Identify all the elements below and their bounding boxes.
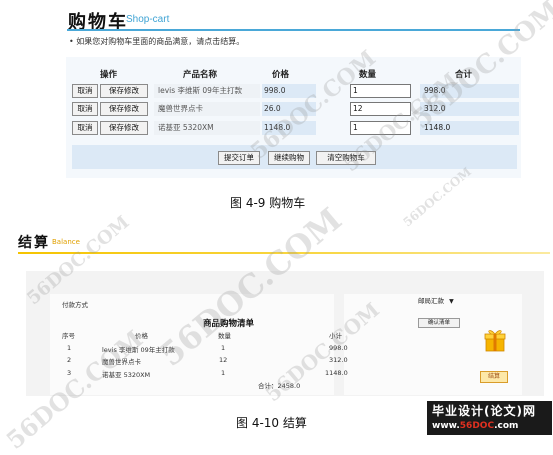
figure-caption-cart: 图 4-9 购物车 bbox=[230, 196, 306, 210]
order-row-qty: 1 bbox=[221, 344, 226, 352]
logo-url-brand: 56DOC bbox=[459, 421, 495, 431]
checkout-pay-button[interactable]: 结算 bbox=[480, 371, 508, 383]
order-row-no: 3 bbox=[67, 369, 72, 377]
col-header-no: 序号 bbox=[62, 332, 75, 340]
checkout-page-subtitle: Balance bbox=[52, 238, 80, 246]
figure-caption-checkout: 图 4-10 结算 bbox=[236, 416, 307, 430]
clear-cart-button[interactable]: 清空购物车 bbox=[316, 151, 376, 165]
gift-box-icon bbox=[484, 330, 506, 352]
row-total: 312.0 bbox=[420, 102, 519, 116]
order-row-name: levis 李维斯 09年主打款 bbox=[102, 346, 175, 354]
continue-shopping-button[interactable]: 继续购物 bbox=[268, 151, 310, 165]
order-row-subtotal: 1148.0 bbox=[325, 369, 348, 377]
header-product-name: 产品名称 bbox=[183, 70, 218, 80]
save-changes-button[interactable]: 保存修改 bbox=[100, 84, 148, 98]
product-name: 魔兽世界点卡 bbox=[154, 102, 260, 116]
save-changes-button[interactable]: 保存修改 bbox=[100, 102, 148, 116]
logo-url-suffix: .com bbox=[494, 421, 519, 431]
header-total: 合计 bbox=[455, 70, 473, 80]
checkout-title-divider bbox=[18, 252, 550, 254]
cart-notice: • 如果您对购物车里面的商品满意，请点击结算。 bbox=[69, 37, 245, 46]
payment-method-value: 邮局汇款 bbox=[418, 297, 444, 305]
product-price: 26.0 bbox=[262, 102, 316, 116]
quantity-input[interactable]: 1 bbox=[350, 121, 411, 135]
col-header-subtotal: 小计 bbox=[329, 332, 342, 340]
col-header-price: 价格 bbox=[135, 332, 148, 340]
logo-title: 毕业设计(论文)网 bbox=[432, 404, 536, 418]
order-row-name: 诺基亚 5320XM bbox=[102, 371, 151, 379]
logo-url-prefix: www. bbox=[432, 421, 460, 431]
row-total: 1148.0 bbox=[420, 121, 519, 135]
product-price: 1148.0 bbox=[262, 121, 316, 135]
order-row-qty: 1 bbox=[221, 369, 226, 377]
order-row-subtotal: 998.0 bbox=[329, 344, 348, 352]
cart-page-subtitle: Shop-cart bbox=[126, 14, 170, 25]
cancel-button[interactable]: 取消 bbox=[72, 84, 98, 98]
submit-order-button[interactable]: 提交订单 bbox=[218, 151, 260, 165]
order-row-qty: 12 bbox=[219, 356, 228, 364]
quantity-input[interactable]: 1 bbox=[350, 84, 411, 98]
order-row-name: 魔兽世界点卡 bbox=[102, 358, 141, 366]
product-name: levis 李维斯 09年主打款 bbox=[154, 84, 260, 98]
order-row-no: 2 bbox=[67, 356, 72, 364]
save-changes-button[interactable]: 保存修改 bbox=[100, 121, 148, 135]
cancel-button[interactable]: 取消 bbox=[72, 102, 98, 116]
checkout-page-title: 结算 bbox=[18, 235, 50, 251]
order-total: 合计：2458.0 bbox=[258, 382, 301, 390]
logo-url: www.56DOC.com bbox=[432, 421, 518, 431]
header-quantity: 数量 bbox=[359, 70, 377, 80]
product-price: 998.0 bbox=[262, 84, 316, 98]
confirm-list-button[interactable]: 确认清单 bbox=[418, 318, 460, 328]
payment-method-label: 付款方式 bbox=[62, 301, 88, 309]
dropdown-arrow-icon: ▼ bbox=[449, 298, 454, 305]
product-name: 诺基亚 5320XM bbox=[154, 121, 260, 135]
order-list-title: 商品购物清单 bbox=[203, 319, 255, 329]
col-header-qty: 数量 bbox=[218, 332, 231, 340]
quantity-input[interactable]: 12 bbox=[350, 102, 411, 116]
row-total: 998.0 bbox=[420, 84, 519, 98]
header-price: 价格 bbox=[272, 70, 290, 80]
header-action: 操作 bbox=[100, 70, 118, 80]
cart-title-divider bbox=[67, 29, 520, 31]
order-row-no: 1 bbox=[67, 344, 72, 352]
cancel-button[interactable]: 取消 bbox=[72, 121, 98, 135]
payment-method-select[interactable]: 邮局汇款 ▼ bbox=[418, 296, 458, 306]
order-row-subtotal: 312.0 bbox=[329, 356, 348, 364]
